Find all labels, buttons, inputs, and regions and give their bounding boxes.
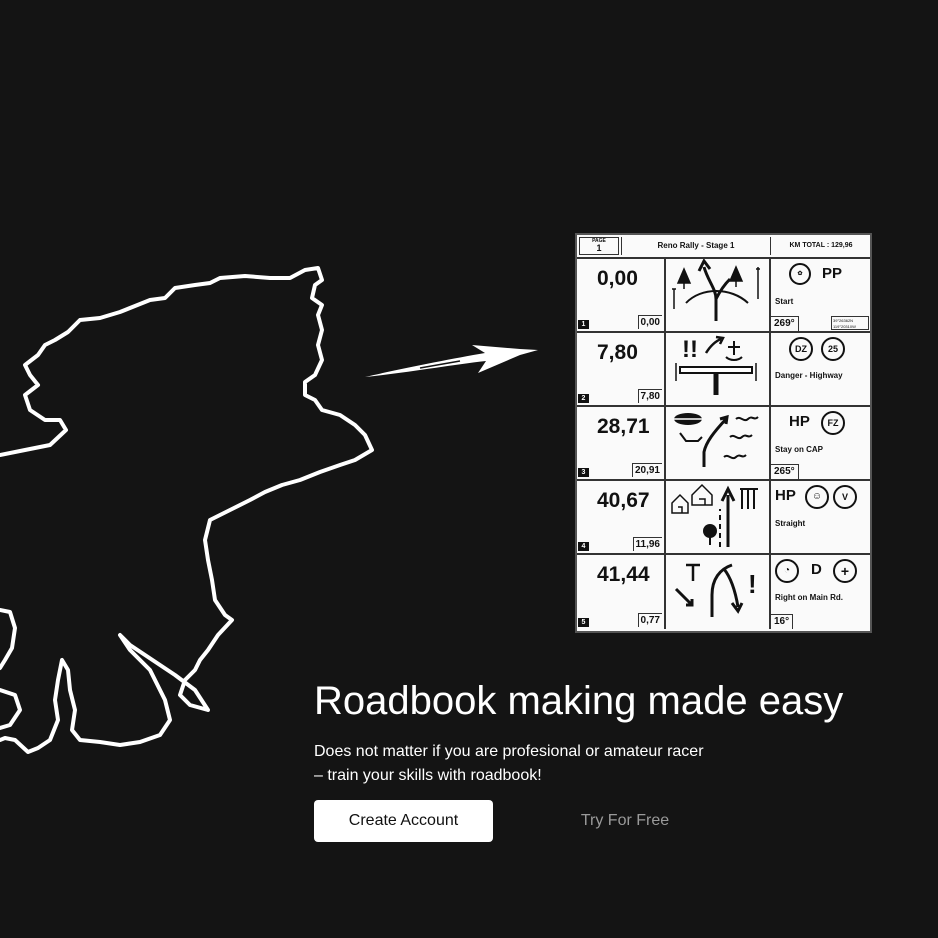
speed-badge: 25 [821,337,845,361]
row-code: PP [822,265,843,282]
hero-subtitle: Does not matter if you are profesional o… [314,740,704,788]
roadbook-row: 41,44 5 0,77 ! ◔ D + Right on Main Rd. 1… [577,555,870,629]
roadbook-header: PAGE 1 Reno Rally - Stage 1 KM TOTAL : 1… [577,235,870,259]
row-km: 7,80 [597,341,638,364]
row-cap: 16° [771,614,794,629]
row-note: Danger - Highway [775,371,843,380]
create-account-button[interactable]: Create Account [314,800,493,842]
gauge-badge-icon: ◔ [775,559,799,583]
row-partial: 0,77 [637,613,662,627]
hero-subtitle-line-2: – train your skills with roadbook! [314,767,542,784]
row-note: Stay on CAP [775,445,824,454]
fuel-stamp-icon: ✿ [789,263,811,285]
row-partial: 7,80 [637,389,662,403]
row-index: 2 [578,394,589,403]
roadbook-page-number: 1 [596,243,602,253]
row-partial: 11,96 [632,537,662,551]
route-map-icon [0,266,374,754]
roadbook-row: 28,71 3 20,91 HP FZ Stay on CAP 265° [577,407,870,481]
roadbook-page-box: PAGE 1 [579,237,619,255]
danger-zone-badge: DZ [789,337,813,361]
row-coords: 39°26362N 119°20310W [831,316,869,330]
row-index: 1 [578,320,589,329]
row-index: 5 [578,618,589,627]
row-code: HP [775,487,796,504]
brush-arrow-icon [365,345,538,377]
zone-badge: FZ [821,411,845,435]
row-partial: 20,91 [631,463,662,477]
row-km: 40,67 [597,489,650,512]
row-index: 4 [578,542,589,551]
hero-subtitle-line-1: Does not matter if you are profesional o… [314,743,704,760]
row-note: Right on Main Rd. [775,593,843,602]
row-km: 41,44 [597,563,650,586]
medical-badge-icon: + [833,559,857,583]
crossing-highway-icon: !! [675,335,757,395]
svg-text:!!: !! [682,336,698,363]
row-code: HP [789,413,810,430]
hero-headline: Roadbook making made easy [314,679,844,723]
right-turn-warning-icon: ! [674,563,757,617]
roadbook-row: 40,67 4 11,96 HP ☺ V Straight [577,481,870,555]
roadbook-title: Reno Rally - Stage 1 [621,237,771,255]
person-badge-icon: ☺ [805,485,829,509]
via-badge: V [833,485,857,509]
try-for-free-button[interactable]: Try For Free [560,800,690,842]
row-km: 28,71 [597,415,650,438]
row-note: Straight [775,519,806,528]
village-straight-icon [671,483,758,547]
row-partial: 0,00 [637,315,662,329]
row-cap: 269° [771,316,799,331]
roadbook-preview: PAGE 1 Reno Rally - Stage 1 KM TOTAL : 1… [575,233,872,633]
row-note: Start [775,297,794,306]
row-cap: 265° [771,464,799,479]
fork-trees-icon [672,259,760,321]
roadbook-km-total: KM TOTAL : 129,96 [789,242,853,249]
row-code: D [811,561,822,578]
svg-text:!: ! [748,569,757,599]
roadbook-row: 0,00 1 0,00 ✿ PP Start 269° 39°26362N 11… [577,259,870,333]
water-crossing-icon [674,413,759,467]
row-km: 0,00 [597,267,638,290]
row-index: 3 [578,468,589,477]
roadbook-row: 7,80 2 7,80 !! DZ 25 Danger - Highway [577,333,870,407]
